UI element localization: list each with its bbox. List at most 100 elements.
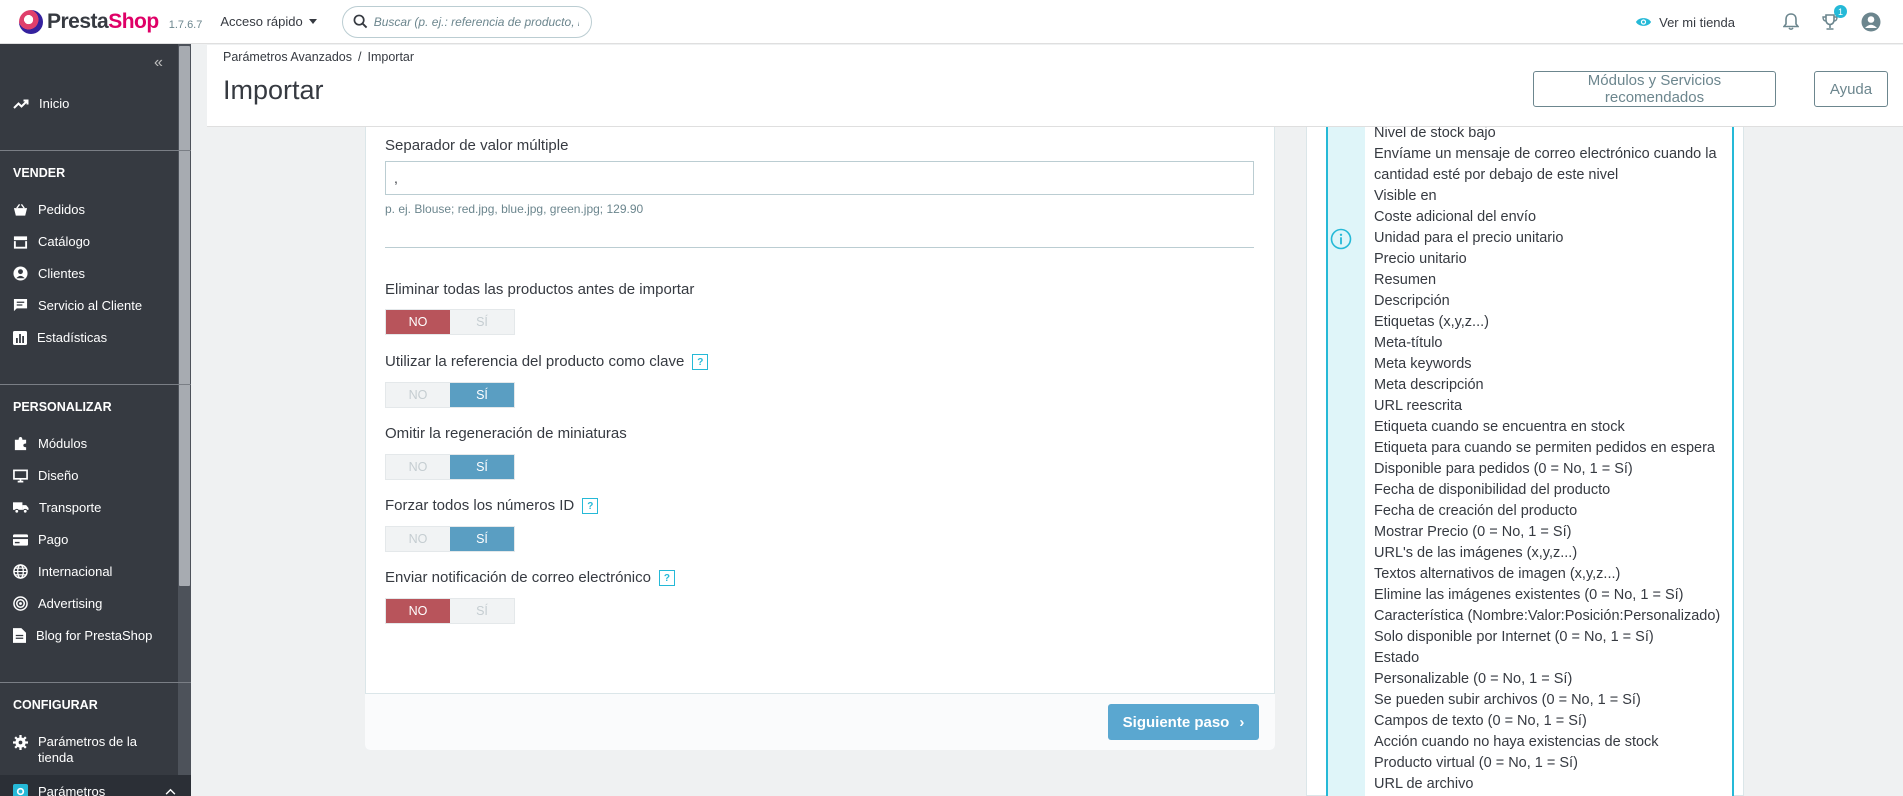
send-email-notification-label-text: Enviar notificación de correo electrónic…	[385, 569, 651, 586]
account-circle-icon	[13, 266, 28, 281]
sidebar-item-label: Blog for PrestaShop	[36, 628, 153, 643]
list-item: Etiqueta para cuando se permiten pedidos…	[1374, 440, 1715, 456]
sidebar-scrollbar[interactable]	[178, 44, 191, 796]
sidebar-item-advertising[interactable]: Advertising	[13, 596, 102, 611]
sidebar-item-internacional[interactable]: Internacional	[13, 564, 112, 579]
sidebar-item-catalogo[interactable]: Catálogo	[13, 234, 90, 249]
use-reference-key-no-option[interactable]: NO	[386, 383, 450, 407]
search-input[interactable]	[373, 14, 579, 29]
truncate-products-label: Eliminar todas las productos antes de im…	[385, 281, 694, 298]
sidebar-scrollbar-thumb[interactable]	[179, 46, 190, 586]
next-step-button[interactable]: Siguiente paso ›	[1108, 704, 1259, 740]
list-item: Producto virtual (0 = No, 1 = Sí)	[1374, 755, 1578, 771]
info-icon	[1330, 228, 1352, 250]
list-item: Característica (Nombre:Valor:Posición:Pe…	[1374, 608, 1721, 624]
logo-text: PrestaShop	[47, 10, 159, 34]
list-item: URL's de las imágenes (x,y,z...)	[1374, 545, 1578, 561]
sidebar-item-pago[interactable]: Pago	[13, 532, 68, 547]
sidebar-item-label: Clientes	[38, 266, 85, 281]
breadcrumb-item-importar[interactable]: Importar	[368, 50, 415, 64]
truncate-products-toggle: NO SÍ	[385, 309, 515, 335]
list-item: Meta keywords	[1374, 356, 1472, 372]
sidebar-item-label: Pedidos	[38, 202, 85, 217]
help-icon[interactable]: ?	[582, 498, 599, 515]
list-item: Resumen	[1374, 272, 1437, 288]
view-shop-label: Ver mi tienda	[1659, 14, 1735, 30]
sidebar-item-estadisticas[interactable]: Estadísticas	[13, 330, 107, 345]
sidebar-section-configurar: CONFIGURAR	[13, 698, 98, 712]
list-item: Coste adicional del envío	[1374, 209, 1537, 225]
employee-menu-button[interactable]	[1861, 12, 1881, 32]
notifications-button[interactable]	[1783, 13, 1799, 31]
multi-value-separator-input[interactable]	[385, 161, 1254, 195]
orders-notification-button[interactable]: 1	[1821, 5, 1847, 31]
truncate-products-yes-option[interactable]: SÍ	[450, 310, 514, 334]
chevron-right-icon: ›	[1239, 713, 1245, 731]
list-item: Meta-título	[1374, 335, 1443, 351]
breadcrumb: Parámetros Avanzados / Importar	[223, 50, 415, 64]
sidebar-item-label: Transporte	[39, 500, 102, 515]
search-icon[interactable]	[353, 14, 368, 29]
view-shop-link[interactable]: Ver mi tienda	[1635, 15, 1735, 30]
page-header: Parámetros Avanzados / Importar Importar M…	[207, 45, 1903, 127]
force-ids-no-option[interactable]: NO	[386, 527, 450, 551]
sidebar-section-vender: VENDER	[13, 166, 66, 180]
send-email-notification-toggle: NO SÍ	[385, 598, 515, 624]
send-email-notification-no-option[interactable]: NO	[386, 599, 450, 623]
skip-thumbnails-yes-option[interactable]: SÍ	[450, 455, 514, 479]
truck-icon	[13, 502, 29, 514]
sidebar-item-inicio[interactable]: Inicio	[13, 96, 69, 111]
sidebar-item-clientes[interactable]: Clientes	[13, 266, 85, 281]
sidebar-item-label: Pago	[38, 532, 69, 547]
list-item: Etiquetas (x,y,z...)	[1374, 314, 1489, 330]
collapse-menu-icon[interactable]: «	[154, 54, 163, 72]
list-item: URL de archivo	[1374, 776, 1474, 792]
help-button[interactable]: Ayuda	[1814, 71, 1888, 107]
sidebar-item-label: Internacional	[38, 564, 113, 579]
use-reference-key-toggle: NO SÍ	[385, 382, 515, 408]
list-item: Elimine las imágenes existentes (0 = No,…	[1374, 587, 1684, 603]
version-label: 1.7.6.7	[168, 18, 203, 31]
prestashop-logo[interactable]: PrestaShop 1.7.6.7	[19, 9, 203, 34]
help-icon[interactable]: ?	[658, 570, 675, 587]
list-item: Mostrar Precio (0 = No, 1 = Sí)	[1374, 524, 1572, 540]
sidebar-item-label: Parámetros	[38, 784, 106, 796]
quick-access-dropdown[interactable]: Acceso rápido	[220, 14, 317, 29]
page-title: Importar	[223, 75, 324, 105]
skip-thumbnails-label-text: Omitir la regeneración de miniaturas	[385, 425, 627, 442]
skip-thumbnails-no-option[interactable]: NO	[386, 455, 450, 479]
list-item: Etiqueta cuando se encuentra en stock	[1374, 419, 1625, 435]
sidebar-item-label: Parámetros de la tienda	[38, 734, 137, 765]
recommended-modules-button[interactable]: Módulos y Servicios recomendados	[1533, 71, 1776, 107]
globe-icon	[13, 564, 28, 579]
sidebar: « Inicio VENDER Pedidos Catálogo Cliente…	[0, 44, 191, 796]
quick-access-label: Acceso rápido	[220, 14, 303, 29]
sidebar-item-modulos[interactable]: Módulos	[13, 436, 87, 451]
list-item: Disponible para pedidos (0 = No, 1 = Sí)	[1374, 461, 1633, 477]
shopping-basket-icon	[13, 203, 28, 216]
available-fields-list: Nivel de stock bajo Envíame un mensaje d…	[1374, 123, 1726, 795]
use-reference-key-yes-option[interactable]: SÍ	[450, 383, 514, 407]
sidebar-item-label: Servicio al Cliente	[38, 298, 143, 313]
sidebar-item-transporte[interactable]: Transporte	[13, 500, 101, 515]
send-email-notification-yes-option[interactable]: SÍ	[450, 599, 514, 623]
sidebar-item-parametros-tienda[interactable]: Parámetros de la tienda	[13, 734, 153, 766]
force-ids-yes-option[interactable]: SÍ	[450, 527, 514, 551]
sidebar-item-pedidos[interactable]: Pedidos	[13, 202, 85, 217]
list-item: Visible en	[1374, 188, 1437, 204]
sidebar-item-servicio-cliente[interactable]: Servicio al Cliente	[13, 298, 142, 313]
sidebar-item-blog[interactable]: Blog for PrestaShop	[13, 628, 152, 643]
search-box	[341, 5, 592, 38]
document-icon	[13, 628, 26, 643]
store-icon	[13, 235, 28, 249]
truncate-products-no-option[interactable]: NO	[386, 310, 450, 334]
list-item: Estado	[1374, 650, 1420, 666]
sidebar-item-parametros[interactable]: Parámetros	[13, 784, 186, 796]
sidebar-item-label: Catálogo	[38, 234, 91, 249]
sidebar-item-label: Diseño	[38, 468, 79, 483]
help-icon[interactable]: ?	[692, 354, 709, 371]
trending-up-icon	[13, 99, 29, 109]
list-item: Se pueden subir archivos (0 = No, 1 = Sí…	[1374, 692, 1641, 708]
breadcrumb-item-parametros-avanzados[interactable]: Parámetros Avanzados	[223, 50, 352, 64]
sidebar-item-diseno[interactable]: Diseño	[13, 468, 78, 483]
